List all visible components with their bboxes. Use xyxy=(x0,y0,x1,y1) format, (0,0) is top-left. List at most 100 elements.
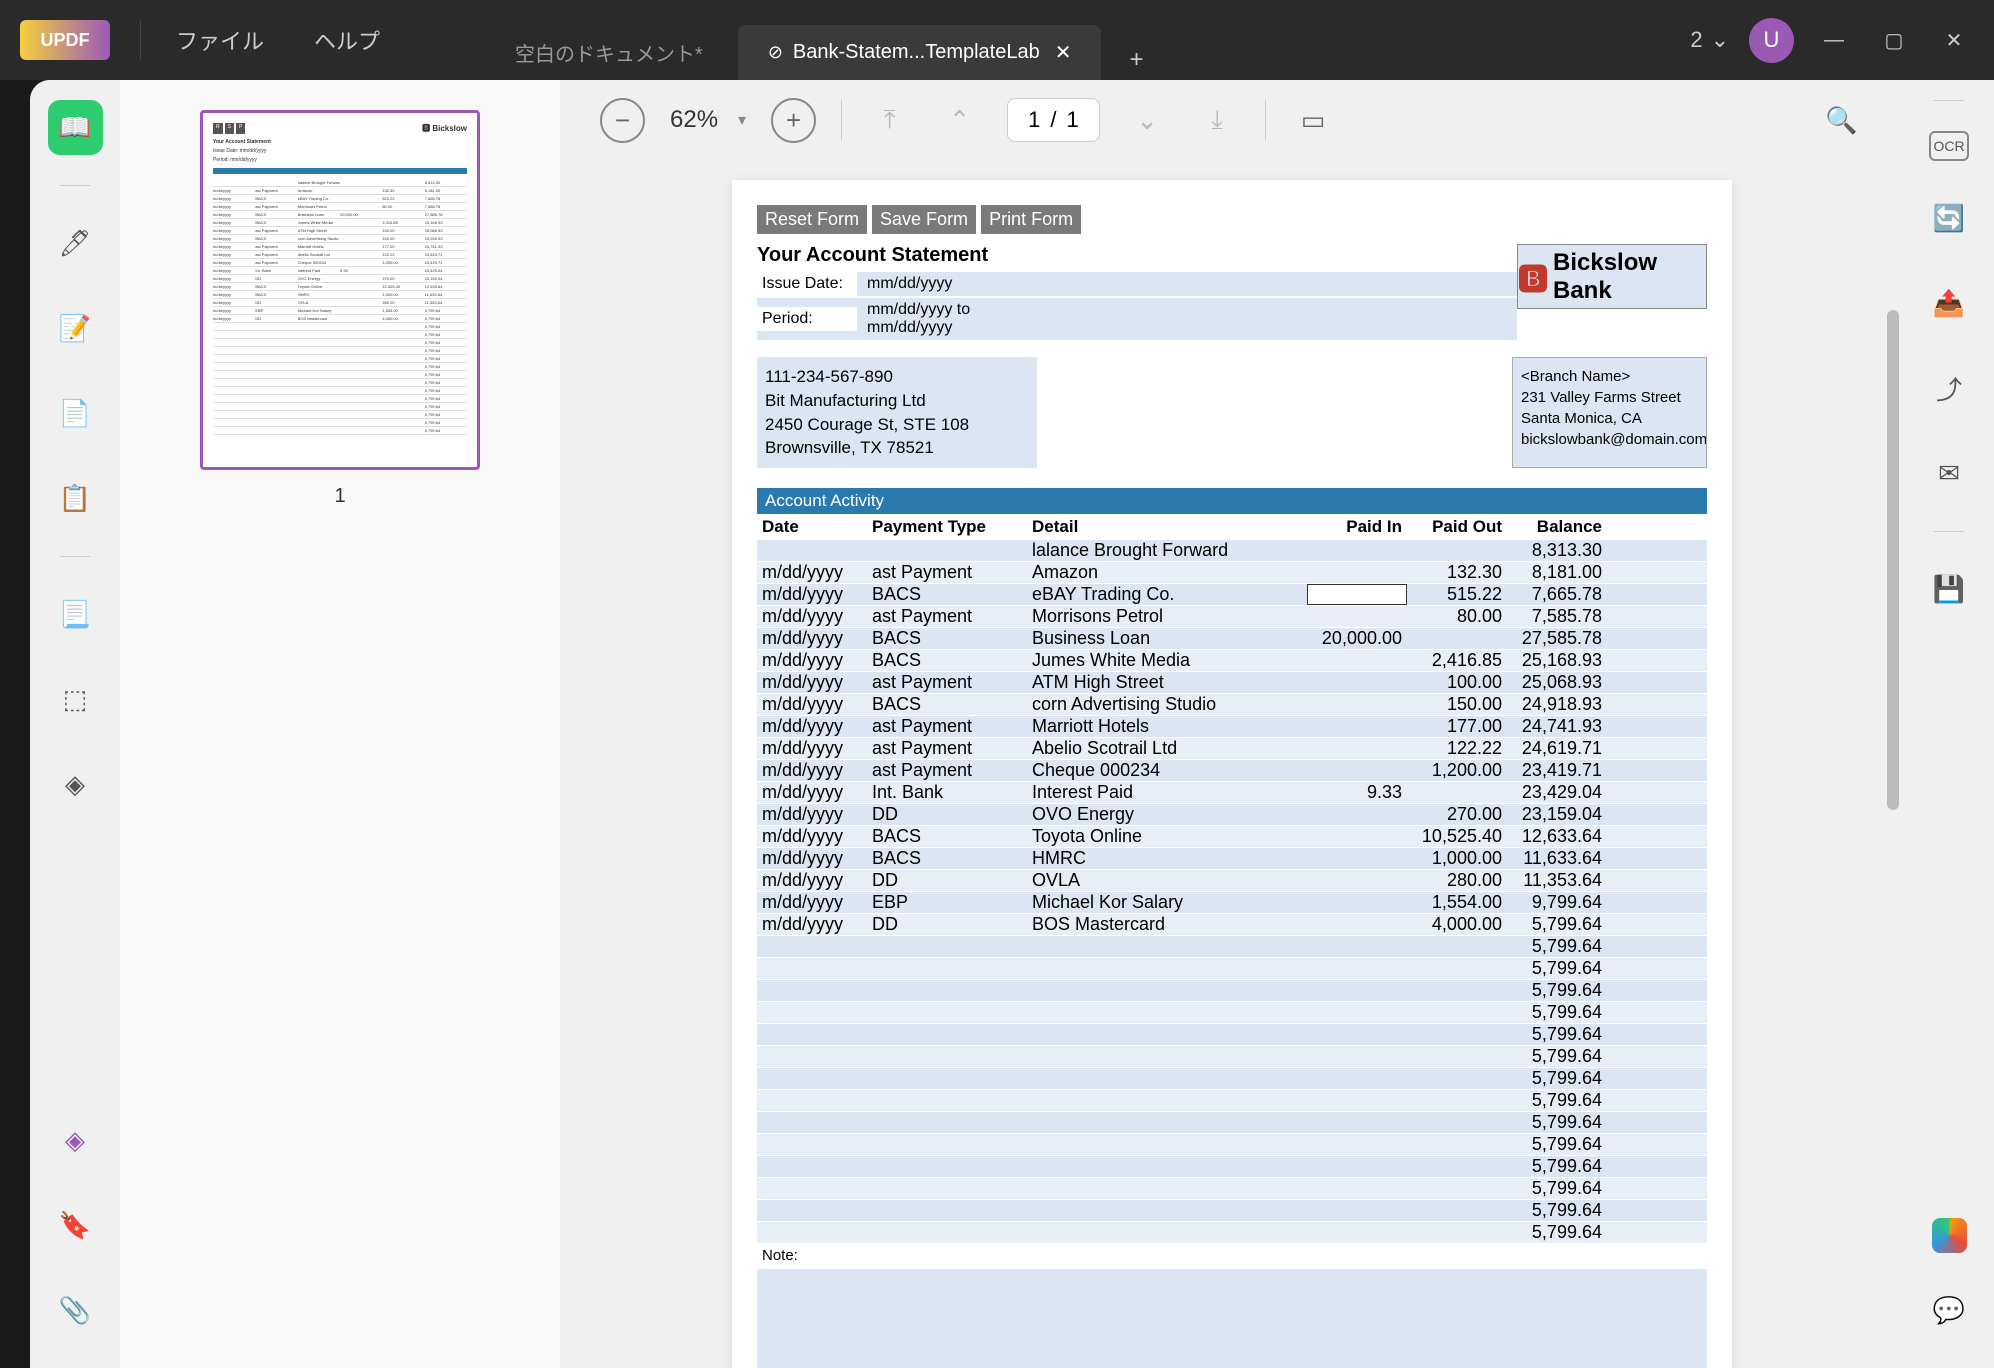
cell-paid-in[interactable] xyxy=(1307,650,1407,671)
cell-detail[interactable]: Interest Paid xyxy=(1027,782,1307,803)
cell-balance[interactable]: 24,918.93 xyxy=(1507,694,1607,715)
cell-balance[interactable]: 25,168.93 xyxy=(1507,650,1607,671)
cell-type[interactable]: ast Payment xyxy=(867,738,1027,759)
cell-paid-in[interactable] xyxy=(1307,1134,1407,1155)
first-page-button[interactable]: ⤒ xyxy=(867,98,912,143)
table-row[interactable]: m/dd/yyyyast PaymentMarriott Hotels177.0… xyxy=(757,716,1707,738)
cell-type[interactable] xyxy=(867,980,1027,1001)
cell-paid-in[interactable] xyxy=(1307,1156,1407,1177)
cell-type[interactable]: BACS xyxy=(867,584,1027,605)
cell-type[interactable] xyxy=(867,1178,1027,1199)
edit-tool[interactable]: 📝 xyxy=(48,301,103,356)
cell-date[interactable]: m/dd/yyyy xyxy=(757,826,867,847)
cell-paid-in[interactable]: 9.33 xyxy=(1307,782,1407,803)
table-row[interactable]: 5,799.64 xyxy=(757,1200,1707,1222)
cell-paid-in[interactable] xyxy=(1307,1112,1407,1133)
cell-balance[interactable]: 11,353.64 xyxy=(1507,870,1607,891)
cell-paid-out[interactable] xyxy=(1407,1156,1507,1177)
cell-balance[interactable]: 5,799.64 xyxy=(1507,1024,1607,1045)
cell-balance[interactable]: 5,799.64 xyxy=(1507,1156,1607,1177)
zoom-in-button[interactable]: + xyxy=(771,98,816,143)
cell-date[interactable]: m/dd/yyyy xyxy=(757,650,867,671)
page-thumbnail[interactable]: RSP 🅱 Bickslow Your Account Statement Is… xyxy=(200,110,480,470)
cell-date[interactable]: m/dd/yyyy xyxy=(757,716,867,737)
cell-type[interactable] xyxy=(867,1002,1027,1023)
cell-paid-in[interactable] xyxy=(1307,738,1407,759)
comment-tool[interactable]: 💬 xyxy=(1922,1283,1977,1338)
cell-balance[interactable]: 23,429.04 xyxy=(1507,782,1607,803)
table-row[interactable]: m/dd/yyyyBACSHMRC1,000.0011,633.64 xyxy=(757,848,1707,870)
cell-detail[interactable] xyxy=(1027,1068,1307,1089)
cell-paid-in[interactable] xyxy=(1307,540,1407,561)
cell-date[interactable] xyxy=(757,1178,867,1199)
cell-date[interactable] xyxy=(757,1134,867,1155)
table-row[interactable]: m/dd/yyyyBACScorn Advertising Studio150.… xyxy=(757,694,1707,716)
cell-balance[interactable]: 23,419.71 xyxy=(1507,760,1607,781)
cell-detail[interactable]: OVLA xyxy=(1027,870,1307,891)
cell-balance[interactable]: 12,633.64 xyxy=(1507,826,1607,847)
cell-paid-in[interactable] xyxy=(1307,716,1407,737)
table-row[interactable]: m/dd/yyyyInt. BankInterest Paid9.3323,42… xyxy=(757,782,1707,804)
cell-detail[interactable]: Business Loan xyxy=(1027,628,1307,649)
cell-type[interactable]: BACS xyxy=(867,650,1027,671)
cell-paid-out[interactable] xyxy=(1407,1222,1507,1243)
cell-date[interactable] xyxy=(757,936,867,957)
cell-paid-out[interactable] xyxy=(1407,782,1507,803)
cell-balance[interactable]: 9,799.64 xyxy=(1507,892,1607,913)
form-tool[interactable]: 📋 xyxy=(48,471,103,526)
table-row[interactable]: 5,799.64 xyxy=(757,1134,1707,1156)
cell-type[interactable]: ast Payment xyxy=(867,716,1027,737)
cell-detail[interactable]: lalance Brought Forward xyxy=(1027,540,1307,561)
cell-type[interactable] xyxy=(867,1068,1027,1089)
cell-paid-in[interactable] xyxy=(1307,980,1407,1001)
cell-balance[interactable]: 7,665.78 xyxy=(1507,584,1607,605)
cell-paid-in[interactable] xyxy=(1307,672,1407,693)
print-form-button[interactable]: Print Form xyxy=(981,205,1081,234)
cell-detail[interactable]: Marriott Hotels xyxy=(1027,716,1307,737)
table-row[interactable]: m/dd/yyyyBACSJumes White Media2,416.8525… xyxy=(757,650,1707,672)
table-row[interactable]: 5,799.64 xyxy=(757,1002,1707,1024)
cell-date[interactable]: m/dd/yyyy xyxy=(757,738,867,759)
close-button[interactable]: ✕ xyxy=(1934,20,1974,60)
tab-bank-statement[interactable]: ⊘ Bank-Statem...TemplateLab ✕ xyxy=(738,25,1102,80)
note-field[interactable] xyxy=(757,1269,1707,1368)
close-icon[interactable]: ✕ xyxy=(1055,40,1072,65)
cell-type[interactable] xyxy=(867,936,1027,957)
cell-paid-in[interactable]: 20,000.00 xyxy=(1307,628,1407,649)
vertical-scrollbar[interactable] xyxy=(1887,310,1899,810)
cell-date[interactable]: m/dd/yyyy xyxy=(757,804,867,825)
next-page-button[interactable]: ⌄ xyxy=(1125,98,1170,143)
cell-balance[interactable]: 8,313.30 xyxy=(1507,540,1607,561)
cell-detail[interactable] xyxy=(1027,1112,1307,1133)
pages-tool[interactable]: 📄 xyxy=(48,386,103,441)
table-row[interactable]: m/dd/yyyyDDBOS Mastercard4,000.005,799.6… xyxy=(757,914,1707,936)
cell-detail[interactable]: HMRC xyxy=(1027,848,1307,869)
cell-paid-in[interactable] xyxy=(1307,848,1407,869)
cell-date[interactable] xyxy=(757,1156,867,1177)
cell-detail[interactable]: Michael Kor Salary xyxy=(1027,892,1307,913)
reset-form-button[interactable]: Reset Form xyxy=(757,205,867,234)
cell-paid-in[interactable] xyxy=(1307,958,1407,979)
cell-type[interactable]: Int. Bank xyxy=(867,782,1027,803)
page-input[interactable]: 1 / 1 xyxy=(1007,98,1100,142)
menu-file[interactable]: ファイル xyxy=(151,24,289,56)
cell-date[interactable] xyxy=(757,1046,867,1067)
table-row[interactable]: 5,799.64 xyxy=(757,1090,1707,1112)
cell-type[interactable]: BACS xyxy=(867,628,1027,649)
customer-info[interactable]: 111-234-567-890 Bit Manufacturing Ltd 24… xyxy=(757,357,1037,468)
cell-paid-in[interactable] xyxy=(1307,562,1407,583)
share-tool[interactable]: ⤴ xyxy=(1922,361,1977,416)
cell-type[interactable] xyxy=(867,958,1027,979)
cell-detail[interactable]: Cheque 000234 xyxy=(1027,760,1307,781)
cell-date[interactable] xyxy=(757,1112,867,1133)
cell-type[interactable]: ast Payment xyxy=(867,760,1027,781)
cell-paid-in[interactable] xyxy=(1307,804,1407,825)
cell-balance[interactable]: 5,799.64 xyxy=(1507,1002,1607,1023)
cell-paid-out[interactable]: 10,525.40 xyxy=(1407,826,1507,847)
cell-detail[interactable]: Jumes White Media xyxy=(1027,650,1307,671)
cell-date[interactable]: m/dd/yyyy xyxy=(757,562,867,583)
email-tool[interactable]: ✉ xyxy=(1922,446,1977,501)
ocr-tool[interactable]: OCR xyxy=(1929,131,1969,161)
cell-date[interactable] xyxy=(757,980,867,1001)
cell-balance[interactable]: 7,585.78 xyxy=(1507,606,1607,627)
